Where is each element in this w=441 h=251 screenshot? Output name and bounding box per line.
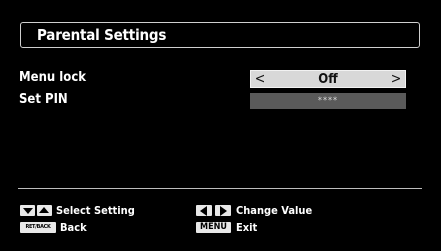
ret-back-key-icon: RET/BACK <box>20 222 56 233</box>
menu-lock-label[interactable]: Menu lock <box>19 70 86 85</box>
exit-hint: Exit <box>236 221 258 234</box>
left-arrow-key-icon <box>196 205 212 216</box>
menu-lock-value: Off <box>318 72 338 87</box>
menu-key-icon: MENU <box>196 222 231 233</box>
page-title: Parental Settings <box>37 26 167 44</box>
back-hint: Back <box>60 221 87 234</box>
down-arrow-key-icon <box>20 205 35 216</box>
up-arrow-key-icon <box>37 205 52 216</box>
select-setting-hint: Select Setting <box>56 204 135 217</box>
set-pin-label[interactable]: Set PIN <box>19 92 68 107</box>
set-pin-value-field[interactable]: **** <box>250 93 406 109</box>
change-value-hint: Change Value <box>236 204 313 217</box>
parental-settings-screen: Parental Settings Menu lock < Off > Set … <box>0 0 441 251</box>
right-arrow-key-icon <box>215 205 231 216</box>
footer-divider <box>18 188 422 189</box>
title-panel: Parental Settings <box>20 22 420 48</box>
set-pin-value: **** <box>317 96 339 106</box>
menu-lock-value-selector[interactable]: < Off > <box>250 70 406 88</box>
chevron-right-icon[interactable]: > <box>390 71 402 87</box>
